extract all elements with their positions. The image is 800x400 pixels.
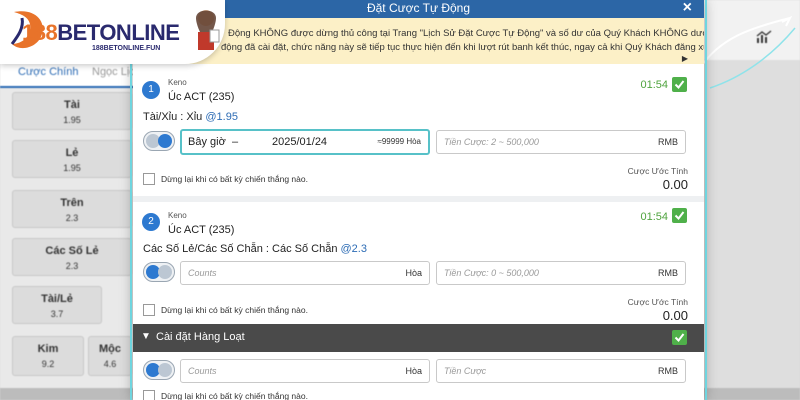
estimated-bet-label: Cược Ước Tính [627, 297, 688, 307]
bet-cell-odds: 2.3 [65, 213, 79, 223]
calendar-icon [158, 134, 172, 148]
bet-cell-odds: 1.95 [63, 115, 81, 125]
bet-cell[interactable]: Các Số Lẻ 2.3 [12, 238, 132, 276]
bet-cell-odds: 3.7 [50, 309, 64, 319]
bet-cell-name: Mộc [99, 343, 121, 355]
countdown-timer: 01:54 [640, 79, 668, 91]
batch-settings-bar[interactable]: ▼ Cài đặt Hàng Loạt [133, 324, 704, 352]
estimated-bet-value: 0.00 [662, 177, 688, 192]
bet-cell-name: Tài/Lẻ [41, 293, 73, 305]
draw-start-label: Bây giờ [188, 136, 226, 148]
bet-cell[interactable]: Lẻ 1.95 [12, 140, 132, 178]
game-type: Keno [168, 211, 187, 220]
logo-wordmark: 188BETONLINE [22, 20, 180, 45]
bet-cell-name: Tài [64, 99, 80, 111]
draw-mode-toggle[interactable] [143, 360, 175, 380]
stop-on-win-label: Dừng lại khi có bất kỳ chiến thắng nào. [161, 305, 308, 315]
stop-on-win-label: Dừng lại khi có bất kỳ chiến thắng nào. [161, 174, 308, 184]
auto-bet-modal: Đặt Cược Tự Động × Động KHÔNG được dừng … [133, 0, 704, 400]
estimated-bet-label: Cược Ước Tính [627, 166, 688, 176]
logo-subtitle: 188BETONLINE.FUN [92, 45, 161, 52]
bet-selection-label: Tài/Xỉu : Xỉu @1.95 [143, 111, 238, 123]
bet-cell-name: Trên [60, 197, 84, 209]
stop-on-win-checkbox[interactable] [143, 390, 155, 400]
currency-label: RMB [658, 268, 678, 278]
checkmark-icon [674, 333, 685, 343]
bet-enabled-checkbox[interactable] [672, 77, 687, 92]
stake-input[interactable]: Tiền Cược: 0 ~ 500,000 RMB [436, 261, 686, 285]
batch-enabled-checkbox[interactable] [672, 330, 687, 345]
bet-cell[interactable]: Tài/Lẻ 3.7 [12, 286, 102, 324]
draw-date: 2025/01/24 [272, 136, 328, 148]
tab-main-bets[interactable]: Cược Chính [18, 66, 78, 78]
bet-cell-odds: 1.95 [63, 163, 81, 173]
section-divider [133, 196, 704, 202]
calendar-icon [158, 363, 172, 377]
background-right-panel [700, 60, 800, 390]
bet-enabled-checkbox[interactable] [672, 208, 687, 223]
bet-cell-odds: 9.2 [41, 359, 55, 369]
stake-placeholder: Tiền Cược: 2 ~ 500,000 [444, 137, 539, 147]
draw-dash: – [232, 136, 239, 148]
currency-label: RMB [658, 137, 678, 147]
calendar-icon [158, 265, 172, 279]
draw-mode-toggle[interactable] [143, 262, 175, 282]
checkmark-icon [674, 80, 685, 90]
stop-on-win-checkbox[interactable] [143, 304, 155, 316]
bet-cell[interactable]: Tài 1.95 [12, 92, 132, 130]
bet-cell-odds: 2.3 [65, 261, 79, 271]
decorative-swirl [699, 15, 796, 89]
close-icon[interactable]: × [683, 0, 692, 17]
counts-placeholder: Counts [188, 366, 217, 376]
estimated-bet-value: 0.00 [662, 308, 688, 323]
notice-line: động đã cài đặt, chức năng này sẽ tiếp t… [221, 42, 704, 53]
bet-number-badge: 1 [142, 81, 160, 99]
bet-cell-name: Kim [37, 343, 59, 355]
stake-input[interactable]: Tiền Cược: 2 ~ 500,000 RMB [436, 130, 686, 154]
game-name: Úc ACT (235) [168, 224, 235, 236]
draw-count-suffix: ≈99999 Hòa [377, 137, 421, 146]
checkmark-icon [674, 211, 685, 221]
bet-cell[interactable]: Mộc 4.6 [88, 336, 132, 376]
bet-cell-odds: 4.6 [103, 359, 117, 369]
brand-logo[interactable]: 188BETONLINE 188BETONLINE.FUN [0, 0, 225, 64]
bet-number-badge: 2 [142, 213, 160, 231]
chevron-down-icon[interactable]: ▼ [141, 331, 151, 342]
bet-cell-name: Các Số Lẻ [45, 245, 99, 257]
batch-counts-input[interactable]: Counts Hòa [180, 359, 430, 383]
countdown-timer: 01:54 [640, 211, 668, 223]
stop-on-win-checkbox[interactable] [143, 173, 155, 185]
bet-cell[interactable]: Kim 9.2 [12, 336, 84, 376]
bet-cell-name: Lẻ [65, 147, 79, 159]
game-type: Keno [168, 78, 187, 87]
stake-placeholder: Tiền Cược: 0 ~ 500,000 [444, 268, 539, 278]
draw-mode-toggle[interactable] [143, 131, 175, 151]
counts-placeholder: Counts [188, 268, 217, 278]
batch-stake-input[interactable]: Tiền Cược RMB [436, 359, 686, 383]
counts-suffix: Hòa [405, 268, 422, 278]
game-name: Úc ACT (235) [168, 91, 235, 103]
bet-selection-label: Các Số Lẻ/Các Số Chẵn : Các Số Chẵn @2.3 [143, 243, 367, 255]
counts-suffix: Hòa [405, 366, 422, 376]
counts-input[interactable]: Counts Hòa [180, 261, 430, 285]
stake-placeholder: Tiền Cược [444, 366, 487, 376]
bet-cell[interactable]: Trên 2.3 [12, 190, 132, 228]
stop-on-win-label: Dừng lại khi có bất kỳ chiến thắng nào. [161, 391, 308, 400]
currency-label: RMB [658, 366, 678, 376]
notice-line: Động KHÔNG được dừng thủ công tại Trang … [228, 28, 704, 39]
mascot-icon [196, 10, 220, 50]
batch-settings-label: Cài đặt Hàng Loạt [156, 331, 245, 343]
notice-scroll-icon[interactable]: ▶ [682, 54, 688, 63]
draw-period-select[interactable]: Bây giờ – 2025/01/24 ≈99999 Hòa [180, 129, 430, 155]
